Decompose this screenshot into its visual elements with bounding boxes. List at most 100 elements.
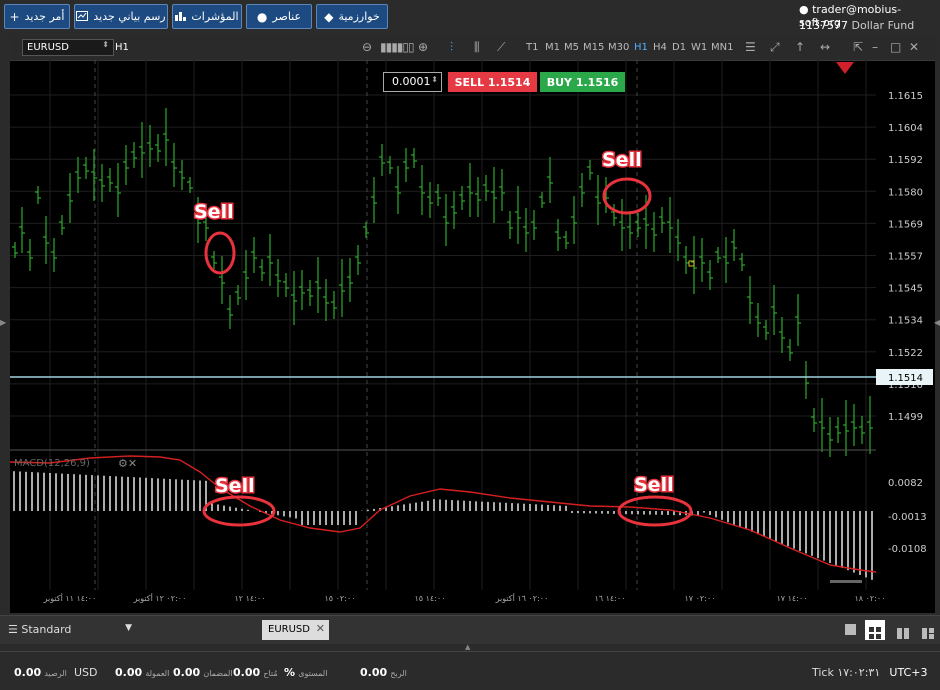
macd-label: MACD(12,26,9) — [14, 458, 90, 469]
indicator-list-icon[interactable]: ☰ — [745, 40, 756, 54]
zoom-out-icon[interactable]: ⊖ — [362, 40, 372, 54]
buy-button[interactable]: BUY 1.1516 — [540, 72, 625, 92]
ohlc-bar — [67, 173, 73, 223]
tf-H1[interactable]: H1 — [634, 42, 648, 53]
time-tick-label: ٠٢:٠٠ ١٦ أكتوبر — [495, 593, 549, 603]
price-tick-label: 1.1522 — [888, 348, 923, 359]
ohlc-bar — [91, 149, 97, 201]
bar-chart-type-icon[interactable]: ⫶ — [450, 40, 453, 55]
horizontal-scrollbar[interactable] — [830, 580, 862, 583]
equity-label: المضمان — [203, 669, 233, 678]
layout-rows-button[interactable] — [922, 624, 934, 639]
timezone-select[interactable]: UTC+3 — [889, 666, 927, 679]
ohlc-bar — [371, 177, 377, 223]
ohlc-bar — [259, 259, 265, 281]
new-chart-button[interactable]: رسم بياني جديد — [74, 4, 168, 29]
macd-tick-label: -0.0108 — [888, 544, 927, 555]
margin-value: 0.00 — [233, 666, 261, 679]
ohlc-bar — [459, 186, 465, 210]
layout-single-button[interactable] — [845, 624, 856, 635]
account-panel[interactable]: ● trader@mobius-soft.org 1137577 Dollar … — [795, 2, 940, 32]
ohlc-bar — [227, 295, 233, 329]
ohlc-bar — [539, 192, 545, 208]
svg-text:Sell: Sell — [194, 201, 234, 223]
macd-tick-label: 0.0082 — [888, 478, 923, 489]
layout-columns-button[interactable] — [897, 624, 909, 639]
tf-D1[interactable]: D1 — [672, 42, 686, 53]
minimize-icon[interactable]: – — [872, 40, 878, 54]
horizontal-line-icon[interactable]: ↔ — [820, 40, 830, 54]
ohlc-bar — [771, 285, 777, 335]
indicators-button[interactable]: المؤشرات — [172, 4, 242, 29]
resize-handle[interactable]: ▲ — [465, 643, 475, 651]
settings-icon[interactable]: ⚙✕ — [118, 457, 137, 470]
ohlc-bar — [835, 417, 841, 443]
quantity-input[interactable]: 0.0001 ⬍ — [383, 72, 442, 92]
time-tick-label: ١٤:٠٠ ١٢ — [234, 594, 265, 603]
tab-strip: ☰ Standard ▼ EURUSD ✕ — [0, 615, 940, 644]
close-icon[interactable]: ✕ — [909, 40, 919, 54]
line-chart-type-icon[interactable]: ⟋ — [497, 40, 505, 55]
zoom-in-icon[interactable]: ⊕ — [418, 40, 428, 54]
grid-icon — [869, 627, 881, 639]
template-label: Standard — [21, 623, 72, 636]
ohlc-bar — [395, 166, 401, 214]
ohlc-bar — [107, 168, 113, 192]
candle-chart-type-icon[interactable]: ⫼ — [474, 40, 480, 55]
algorithm-label: خوارزمية — [338, 10, 380, 23]
tf-M15[interactable]: M15 — [583, 42, 604, 53]
tab-eurusd[interactable]: EURUSD ✕ — [262, 620, 329, 640]
tf-M5[interactable]: M5 — [564, 42, 579, 53]
ohlc-bar — [19, 207, 25, 253]
stepper-icon[interactable]: ⬍ — [431, 75, 438, 84]
zoom-slider[interactable]: ▮▮▮▮▯▯ — [380, 40, 415, 54]
layout-grid-button[interactable] — [865, 620, 885, 640]
symbol-select[interactable]: EURUSD ⬍ — [22, 39, 114, 56]
objects-button[interactable]: ● عناصر — [246, 4, 312, 29]
ohlc-bar — [651, 212, 657, 252]
ohlc-bar — [315, 257, 321, 313]
chart-area[interactable]: 1.1615 1.1604 1.1592 1.1580 1.1569 1.1557 1.15… — [10, 60, 935, 613]
tf-H4[interactable]: H4 — [653, 42, 667, 53]
currency: USD — [74, 666, 98, 679]
buy-label: BUY 1.1516 — [546, 75, 619, 89]
right-collapse-handle[interactable]: ◀ — [934, 318, 940, 330]
objects-label: عناصر — [272, 10, 302, 23]
tf-MN1[interactable]: MN1 — [711, 42, 733, 53]
tf-M30[interactable]: M30 — [608, 42, 629, 53]
tf-W1[interactable]: W1 — [691, 42, 707, 53]
fees-value: 0.00 — [115, 666, 143, 679]
draw-line-icon[interactable]: ⤢ — [770, 40, 780, 55]
time-tick-label: ١٤:٠٠ ١٥ — [414, 594, 445, 603]
plus-icon: + — [9, 9, 20, 24]
ohlc-bar — [131, 142, 137, 168]
arrow-icon[interactable]: ↑ — [795, 40, 805, 54]
left-collapse-handle[interactable]: ▶ — [0, 318, 6, 330]
algorithm-button[interactable]: ◆ خوارزمية — [316, 4, 388, 29]
ohlc-bar — [507, 211, 513, 239]
ohlc-bar — [59, 215, 65, 235]
time-tick-label: ٠٢:٠٠ ١٨ — [854, 594, 885, 603]
new-order-button[interactable]: + أمر جديد — [4, 4, 70, 29]
new-order-label: أمر جديد — [24, 10, 65, 23]
ohlc-bar — [179, 160, 185, 190]
ohlc-bar — [83, 157, 89, 179]
ohlc-bar — [819, 398, 825, 452]
sell-button[interactable]: SELL 1.1514 — [448, 72, 537, 92]
tf-T1[interactable]: T1 — [526, 42, 538, 53]
price-axis: 1.1615 1.1604 1.1592 1.1580 1.1569 1.1557 1.15… — [888, 91, 927, 555]
ohlc-bar — [851, 404, 857, 446]
ohlc-bar — [859, 416, 865, 444]
current-timeframe: H1 — [115, 42, 129, 53]
ohlc-bar — [803, 361, 809, 399]
ohlc-bar — [827, 417, 833, 457]
ohlc-bar — [563, 231, 569, 249]
close-tab-icon[interactable]: ✕ — [316, 622, 325, 635]
popout-icon[interactable]: ⇱ — [853, 40, 863, 54]
tf-M1[interactable]: M1 — [545, 42, 560, 53]
template-select[interactable]: ☰ Standard ▼ — [8, 623, 138, 636]
level-label: المستوى — [298, 669, 328, 678]
maximize-icon[interactable]: □ — [890, 40, 901, 54]
time-axis: ١٤:٠٠ ١١ أكتوبر ٠٢:٠٠ ١٢ أكتوبر ١٤:٠٠ ١٢ ٠٢… — [43, 593, 886, 603]
ohlc-bar — [731, 229, 737, 261]
